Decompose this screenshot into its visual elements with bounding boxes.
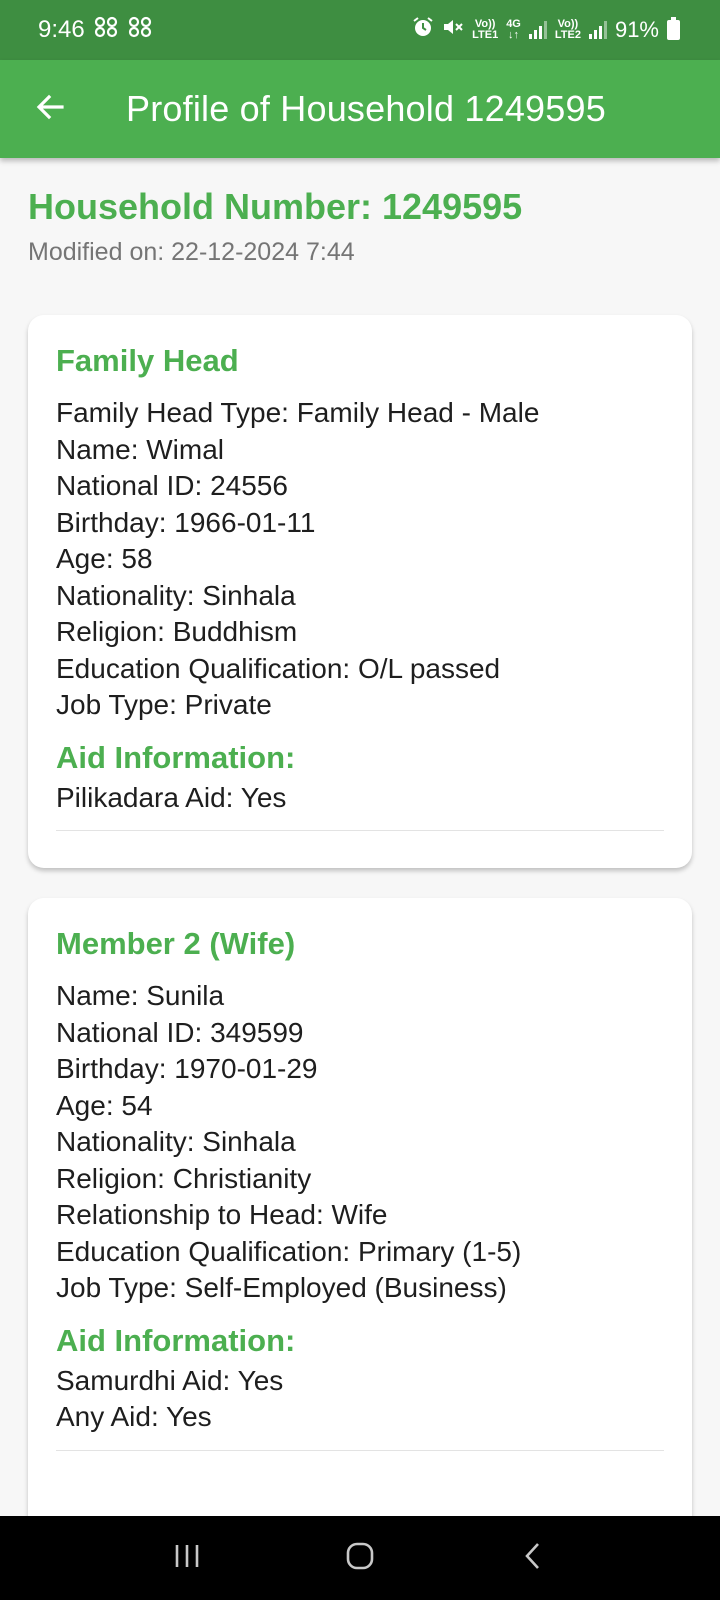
member-card: Member 2 (Wife) Name: Sunila National ID… <box>28 898 692 1516</box>
aid-item: Any Aid: Yes <box>56 1401 212 1432</box>
app-bar: Profile of Household 1249595 <box>0 60 720 158</box>
arrow-left-icon <box>34 91 66 128</box>
field-relationship: Relationship to Head: Wife <box>56 1199 388 1230</box>
signal-icon <box>588 21 607 39</box>
back-icon <box>518 1541 548 1576</box>
sim2-bottom: LTE2 <box>554 29 581 41</box>
network-type: 4G ↓↑ <box>506 19 521 41</box>
field-age: Age: 54 <box>56 1089 153 1121</box>
field-national-id: National ID: 24556 <box>56 470 288 501</box>
status-time: 9:46 <box>38 16 85 43</box>
back-button[interactable] <box>20 79 80 139</box>
field-nationality: Nationality: Sinhala <box>56 579 296 611</box>
content-scroll[interactable]: Household Number: 1249595 Modified on: 2… <box>0 158 720 1516</box>
status-right: Vo)) LTE1 4G ↓↑ Vo)) LTE2 91% <box>412 16 680 44</box>
status-bar: 9:46 Vo)) LTE1 4G ↓↑ Vo)) LTE2 91% <box>0 0 720 60</box>
nav-back-button[interactable] <box>503 1528 563 1588</box>
aid-title: Aid Information: <box>56 739 296 775</box>
battery-icon <box>667 17 680 40</box>
field-name: Name: Sunila <box>56 980 225 1011</box>
sim1-indicator: Vo)) LTE1 <box>472 19 498 41</box>
divider <box>56 1449 664 1451</box>
system-nav-bar <box>0 1516 720 1600</box>
field-job-type: Job Type: Private <box>56 689 272 720</box>
data-arrows-icon: ↓↑ <box>508 29 520 41</box>
field-birthday: Birthday: 1966-01-11 <box>56 506 316 538</box>
field-nationality: Nationality: Sinhala <box>56 1126 296 1157</box>
recent-apps-button[interactable] <box>157 1528 217 1588</box>
field-job-type: Job Type: Self-Employed (Business) <box>56 1272 507 1303</box>
field-national-id: National ID: 349599 <box>56 1016 304 1048</box>
field-religion: Religion: Buddhism <box>56 616 298 647</box>
page-title: Profile of Household 1249595 <box>126 88 606 129</box>
field-family-head-type: Family Head Type: Family Head - Male <box>56 397 540 428</box>
sim2-indicator: Vo)) LTE2 <box>555 19 581 41</box>
battery-percent: 91% <box>614 17 659 42</box>
notification-icon <box>93 16 119 45</box>
mute-icon <box>442 16 464 44</box>
family-head-card: Family Head Family Head Type: Family Hea… <box>28 315 692 868</box>
field-name: Name: Wimal <box>56 433 225 465</box>
field-birthday: Birthday: 1970-01-29 <box>56 1053 318 1084</box>
status-left: 9:46 <box>38 16 153 45</box>
household-number: Household Number: 1249595 <box>28 186 523 227</box>
card-title: Member 2 (Wife) <box>56 926 296 961</box>
home-icon <box>345 1541 375 1576</box>
sim1-bottom: LTE1 <box>472 29 499 41</box>
card-title: Family Head <box>56 343 239 378</box>
alarm-icon <box>412 16 434 44</box>
field-education: Education Qualification: O/L passed <box>56 652 501 684</box>
aid-item: Pilikadara Aid: Yes <box>56 781 287 813</box>
signal-icon <box>528 21 547 39</box>
aid-title: Aid Information: <box>56 1322 296 1358</box>
divider <box>56 830 664 831</box>
modified-date: Modified on: 22-12-2024 7:44 <box>28 238 355 266</box>
field-education: Education Qualification: Primary (1-5) <box>56 1235 522 1267</box>
notification-icon <box>127 16 153 45</box>
recent-apps-icon <box>172 1541 202 1576</box>
field-religion: Religion: Christianity <box>56 1162 312 1194</box>
aid-item: Samurdhi Aid: Yes <box>56 1364 284 1396</box>
field-age: Age: 58 <box>56 543 153 574</box>
home-button[interactable] <box>330 1528 390 1588</box>
